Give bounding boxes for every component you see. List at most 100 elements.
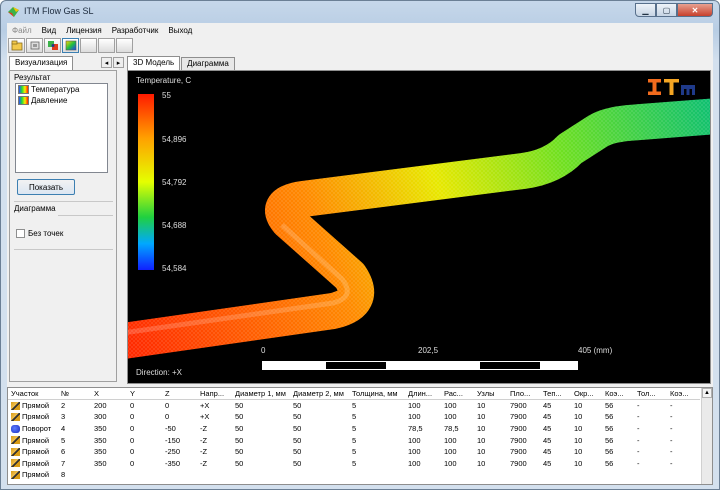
table-cell[interactable]: 10 [571, 446, 602, 458]
tab-visualization[interactable]: Визуализация [9, 56, 74, 70]
table-cell[interactable]: -Z [197, 423, 232, 435]
3d-viewport[interactable]: Temperature, C 55 54,896 54,792 54,688 5… [127, 70, 711, 384]
visualization-button[interactable] [62, 38, 79, 53]
maximize-button[interactable]: ▢ [656, 3, 677, 17]
table-cell[interactable]: 56 [602, 423, 634, 435]
table-cell[interactable]: 0 [127, 446, 162, 458]
table-cell[interactable]: -Z [197, 446, 232, 458]
table-cell[interactable]: 4 [58, 423, 91, 435]
table-row[interactable]: Прямой 5 350 0 -150 -Z 50 50 5 100 100 10 7900 45 10 56… [8, 434, 700, 446]
table-cell[interactable]: 45 [540, 458, 571, 470]
table-cell[interactable]: 5 [349, 458, 405, 470]
table-cell[interactable]: - [667, 411, 700, 423]
menu-view[interactable]: Вид [37, 26, 61, 35]
table-cell[interactable]: 7 [58, 458, 91, 470]
table-cell[interactable]: 6 [58, 446, 91, 458]
table-cell[interactable]: 7900 [507, 423, 540, 435]
table-cell[interactable]: 3 [58, 411, 91, 423]
table-cell[interactable]: - [634, 411, 667, 423]
table-cell[interactable]: 5 [349, 423, 405, 435]
table-cell[interactable]: 100 [441, 446, 474, 458]
table-cell[interactable]: 10 [571, 458, 602, 470]
column-header[interactable]: Участок [8, 388, 58, 401]
table-cell[interactable] [162, 469, 197, 481]
table-cell[interactable]: - [634, 434, 667, 446]
table-cell[interactable]: 50 [290, 400, 349, 412]
table-row[interactable]: Прямой 8 [8, 469, 700, 481]
table-cell[interactable]: - [667, 400, 700, 412]
table-cell[interactable]: -Z [197, 458, 232, 470]
table-cell[interactable]: 5 [349, 400, 405, 412]
table-cell[interactable] [634, 469, 667, 481]
tab-3d-model[interactable]: 3D Модель [127, 56, 181, 70]
table-cell[interactable]: - [667, 446, 700, 458]
table-row[interactable]: Поворот 4 350 0 -50 -Z 50 50 5 78,5 78,5 10 7900 45 10… [8, 423, 700, 435]
table-cell[interactable] [232, 469, 290, 481]
table-row[interactable]: Прямой 7 350 0 -350 -Z 50 50 5 100 100 10 7900 45 10 56… [8, 458, 700, 470]
table-cell[interactable]: 10 [474, 458, 507, 470]
table-cell[interactable]: 50 [232, 423, 290, 435]
table-cell[interactable]: 10 [474, 446, 507, 458]
table-cell[interactable]: - [667, 458, 700, 470]
table-cell[interactable]: 5 [349, 446, 405, 458]
table-cell[interactable]: 0 [127, 434, 162, 446]
table-cell[interactable]: -150 [162, 434, 197, 446]
table-cell[interactable]: 100 [441, 411, 474, 423]
table-cell[interactable]: 45 [540, 411, 571, 423]
table-cell[interactable]: 0 [127, 458, 162, 470]
list-item[interactable]: Давление [16, 95, 107, 106]
table-row[interactable]: Прямой 2 200 0 0 +X 50 50 5 100 100 10 7900 45 10 56- - [8, 400, 700, 412]
table-cell[interactable]: +X [197, 411, 232, 423]
table-cell[interactable]: 350 [91, 446, 127, 458]
table-cell[interactable]: 5 [349, 411, 405, 423]
toolbar-button-7[interactable] [116, 38, 133, 53]
table-cell[interactable]: 7900 [507, 434, 540, 446]
table-cell[interactable] [571, 469, 602, 481]
table-cell[interactable]: 10 [474, 411, 507, 423]
menu-file[interactable]: Файл [7, 26, 37, 35]
table-cell[interactable]: 50 [290, 423, 349, 435]
table-cell[interactable]: 50 [232, 434, 290, 446]
table-cell[interactable]: 0 [127, 411, 162, 423]
table-cell[interactable] [91, 469, 127, 481]
table-cell[interactable]: 7900 [507, 411, 540, 423]
table-cell[interactable]: 350 [91, 434, 127, 446]
column-header[interactable]: Окр... [571, 388, 602, 401]
table-cell[interactable] [290, 469, 349, 481]
table-cell[interactable]: 5 [58, 434, 91, 446]
checkbox-box[interactable] [16, 229, 25, 238]
menu-exit[interactable]: Выход [163, 26, 197, 35]
table-cell[interactable] [441, 469, 474, 481]
column-header[interactable]: Тол... [634, 388, 667, 401]
table-cell[interactable]: 10 [474, 434, 507, 446]
table-cell[interactable]: 10 [474, 400, 507, 412]
table-cell[interactable]: 0 [162, 400, 197, 412]
column-header[interactable]: Z [162, 388, 197, 401]
table-cell[interactable]: 50 [290, 411, 349, 423]
table-cell[interactable]: 50 [290, 434, 349, 446]
table-cell[interactable]: 50 [232, 400, 290, 412]
table-cell[interactable]: - [634, 446, 667, 458]
table-cell[interactable]: -350 [162, 458, 197, 470]
table-cell[interactable]: - [634, 400, 667, 412]
table-cell[interactable]: - [667, 434, 700, 446]
table-cell[interactable]: 100 [405, 458, 441, 470]
table-cell[interactable]: Прямой [8, 400, 58, 412]
close-button[interactable]: ✕ [677, 3, 713, 17]
column-header[interactable]: Теп... [540, 388, 571, 401]
table-row[interactable]: Прямой 3 300 0 0 +X 50 50 5 100 100 10 7900 45 10 56- - [8, 411, 700, 423]
table-cell[interactable]: Прямой [8, 469, 58, 481]
tab-diagram[interactable]: Диаграмма [181, 57, 235, 70]
table-cell[interactable] [197, 469, 232, 481]
column-header[interactable]: Диаметр 2, мм [290, 388, 349, 401]
column-header[interactable]: Коэ... [602, 388, 634, 401]
table-cell[interactable]: 2 [58, 400, 91, 412]
table-cell[interactable]: - [634, 458, 667, 470]
table-cell[interactable]: -Z [197, 434, 232, 446]
scroll-up-button[interactable]: ▲ [702, 388, 712, 398]
table-cell[interactable]: 50 [232, 446, 290, 458]
table-cell[interactable]: 100 [441, 400, 474, 412]
table-cell[interactable]: 45 [540, 434, 571, 446]
table-cell[interactable]: 7900 [507, 446, 540, 458]
save-project-button[interactable] [26, 38, 43, 53]
